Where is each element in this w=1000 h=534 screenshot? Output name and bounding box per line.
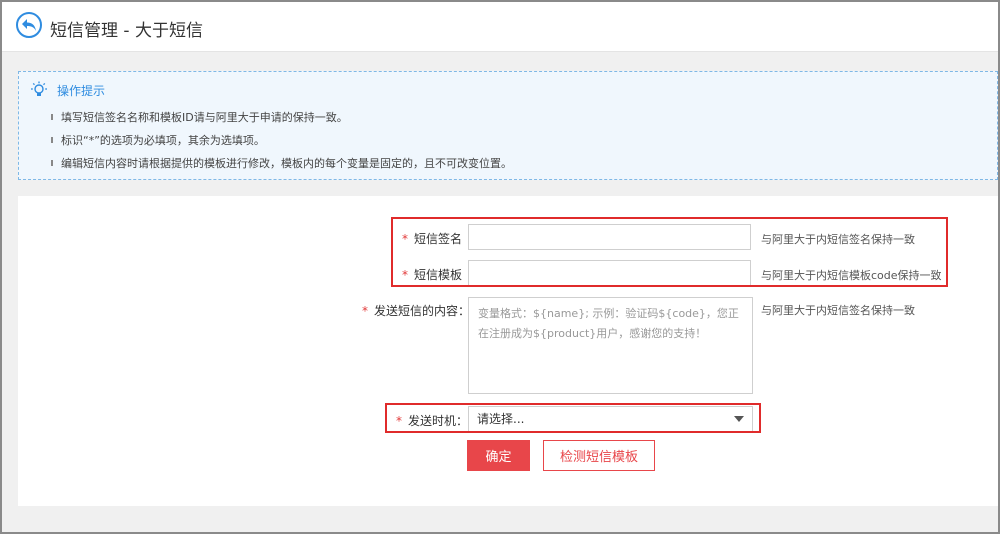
content-textarea[interactable]: 变量格式：${name}; 示例：验证码${code}，您正在注册成为${pro… <box>468 297 753 394</box>
tip-line: 填写短信签名名称和模板ID请与阿里大于申请的保持一致。 <box>51 111 348 124</box>
check-template-button[interactable]: 检测短信模板 <box>543 440 655 471</box>
content-label: * 发送短信的内容： <box>362 304 471 318</box>
page-header: 短信管理 - 大于短信 <box>2 2 998 52</box>
tip-line: 编辑短信内容时请根据提供的模板进行修改，模板内的每个变量是固定的，且不可改变位置… <box>51 157 512 170</box>
highlight-box-signature-template <box>391 217 948 287</box>
content-hint: 与阿里大于内短信签名保持一致 <box>761 304 915 317</box>
highlight-box-send-time <box>385 403 761 433</box>
operation-tips-panel: 操作提示 填写短信签名名称和模板ID请与阿里大于申请的保持一致。 标识“*”的选… <box>18 71 998 180</box>
back-arrow-icon <box>22 19 36 31</box>
back-button[interactable] <box>16 12 42 38</box>
lightbulb-icon <box>31 81 47 96</box>
tips-title: 操作提示 <box>57 84 106 98</box>
tip-line: 标识“*”的选项为必填项，其余为选填项。 <box>51 134 265 147</box>
confirm-button[interactable]: 确定 <box>467 440 530 471</box>
page-title: 短信管理 - 大于短信 <box>50 21 203 41</box>
required-mark: * <box>362 304 368 318</box>
